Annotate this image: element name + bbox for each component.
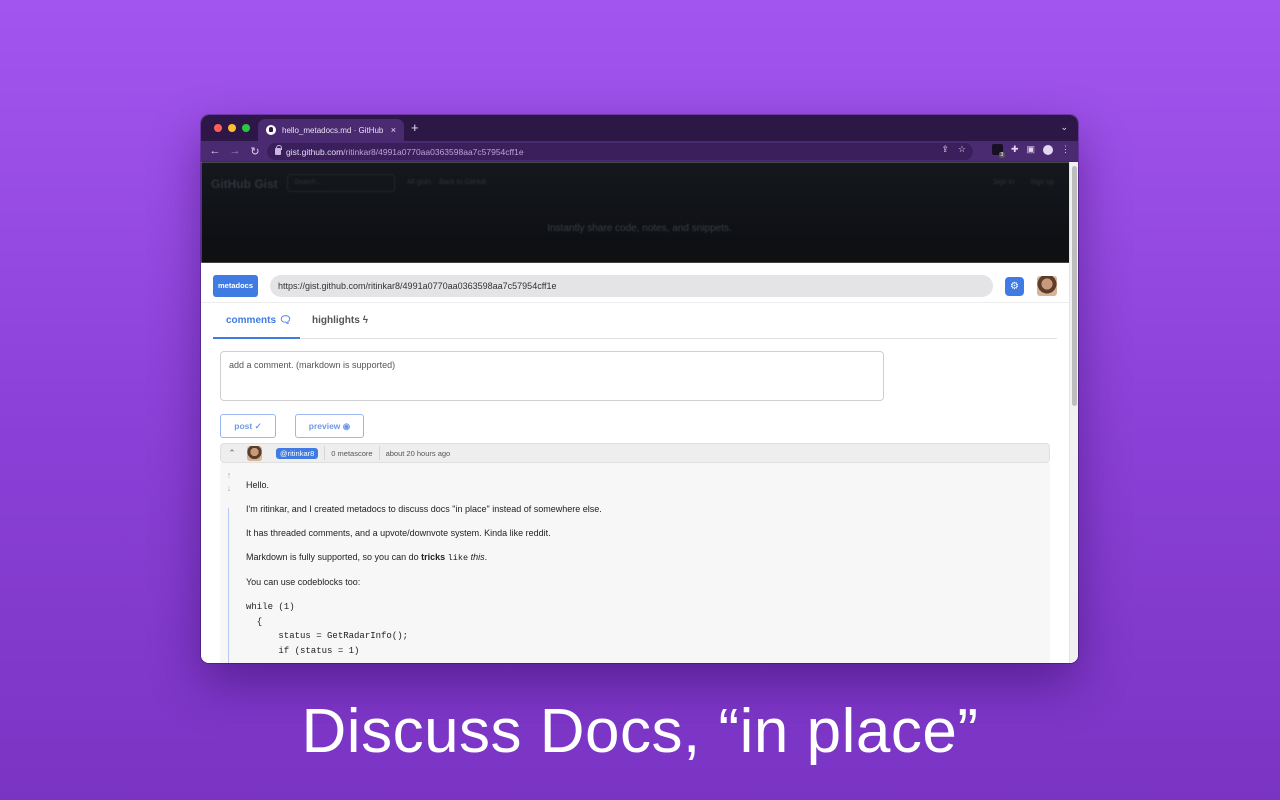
tab-comments-label: comments <box>226 315 277 326</box>
panel-topbar: metadocs https://gist.github.com/ritinka… <box>201 263 1069 303</box>
url-path: /ritinkar8/4991a0770aa0363598aa7c57954cf… <box>343 146 524 157</box>
gist-header-blurred: GitHub Gist Search... All gists Back to … <box>201 162 1078 263</box>
tab-highlights-label: highlights <box>312 315 360 326</box>
comment-avatar <box>247 445 262 461</box>
post-button[interactable]: post ✓ <box>220 414 276 438</box>
document-url-field[interactable]: https://gist.github.com/ritinkar8/4991a0… <box>270 275 993 297</box>
comment-content: Hello. I'm ritinkar, and I created metad… <box>246 481 1030 658</box>
window-controls <box>214 124 250 132</box>
md-inline-code: like <box>447 553 469 563</box>
tab-strip: hello_metadocs.md · GitHub × + ⌄ <box>201 115 1078 141</box>
downvote-arrow-icon[interactable]: ↓ <box>224 482 234 495</box>
gist-tagline: Instantly share code, notes, and snippet… <box>547 223 732 234</box>
address-bar[interactable]: gist.github.com/ritinkar8/4991a0770aa036… <box>267 143 973 160</box>
zoom-window-button[interactable] <box>242 124 250 132</box>
md-italic: this <box>470 552 485 562</box>
nav-all-gists[interactable]: All gists <box>407 179 431 186</box>
close-window-button[interactable] <box>214 124 222 132</box>
vote-controls: ↑ ↓ <box>224 469 234 495</box>
nav-back-to-github[interactable]: Back to GitHub <box>439 179 486 186</box>
page-viewport: GitHub Gist Search... All gists Back to … <box>201 162 1078 663</box>
comment-header: ⌃ @ritinkar8 0 metascore about 20 hours … <box>220 443 1050 463</box>
divider <box>378 446 380 460</box>
tab-highlights[interactable]: highlights ϟ <box>312 315 368 326</box>
profile-icon[interactable] <box>1043 144 1053 155</box>
comment-paragraph: You can use codeblocks too: <box>246 577 361 587</box>
url-host: gist.github.com <box>286 146 344 157</box>
metadocs-panel: metadocs https://gist.github.com/ritinka… <box>201 263 1069 663</box>
comment-codeblock: while (1) { status = GetRadarInfo(); if … <box>246 602 409 656</box>
scrollbar-thumb[interactable] <box>1072 166 1077 406</box>
upvote-arrow-icon[interactable]: ↑ <box>224 469 234 482</box>
comment-paragraph: It has threaded comments, and a upvote/d… <box>246 528 551 538</box>
sign-in-link[interactable]: Sign in <box>993 179 1014 186</box>
divider <box>324 446 326 460</box>
panel-tabs: comments 🗨 highlights ϟ <box>213 303 1057 339</box>
minimize-window-button[interactable] <box>228 124 236 132</box>
lightning-icon: ϟ <box>362 315 369 326</box>
tab-comments[interactable]: comments 🗨 <box>226 315 292 326</box>
tab-search-chevron-icon[interactable]: ⌄ <box>1060 122 1068 133</box>
active-tab-indicator <box>213 337 300 339</box>
github-icon <box>266 125 276 135</box>
share-icon[interactable]: ⇪ <box>941 144 949 155</box>
comments-bubble-icon: 🗨 <box>279 315 292 326</box>
tab-close-icon[interactable]: × <box>391 125 396 135</box>
eye-icon: ◉ <box>342 421 351 431</box>
md-suffix: . <box>484 552 488 562</box>
gist-search-input[interactable]: Search... <box>287 174 395 192</box>
new-tab-button[interactable]: + <box>411 121 419 134</box>
back-button[interactable]: ← <box>206 145 224 158</box>
browser-tab-active[interactable]: hello_metadocs.md · GitHub × <box>258 119 404 141</box>
metadocs-extension-icon[interactable] <box>991 144 1005 158</box>
extensions-puzzle-icon[interactable]: ✚ <box>1011 144 1019 155</box>
comment-username-badge[interactable]: @ritinkar8 <box>276 447 319 459</box>
user-avatar[interactable] <box>1037 276 1057 296</box>
comment-paragraph: Hello. <box>246 480 270 490</box>
settings-gear-icon[interactable]: ⚙ <box>1005 277 1024 296</box>
comment-metascore: 0 metascore <box>331 448 373 458</box>
comment-timestamp: about 20 hours ago <box>385 448 451 458</box>
page-scrollbar[interactable] <box>1069 162 1078 663</box>
md-prefix: Markdown is fully supported, so you can … <box>246 552 422 562</box>
menu-kebab-icon[interactable]: ⋮ <box>1061 144 1070 155</box>
md-bold: tricks <box>421 552 446 562</box>
tab-title: hello_metadocs.md · GitHub <box>282 125 384 135</box>
gist-logo[interactable]: GitHub Gist <box>211 177 278 191</box>
browser-window: hello_metadocs.md · GitHub × + ⌄ ← → ↻ g… <box>201 115 1078 663</box>
forward-button[interactable]: → <box>226 145 244 158</box>
comment-body: ↑ ↓ Hello. I'm ritinkar, and I created m… <box>220 463 1050 663</box>
preview-button[interactable]: preview ◉ <box>295 414 364 438</box>
metadocs-brand-button[interactable]: metadocs <box>213 275 258 297</box>
post-label: post <box>234 421 253 431</box>
checkmark-icon: ✓ <box>254 421 262 431</box>
browser-toolbar: ← → ↻ gist.github.com/ritinkar8/4991a077… <box>201 141 1078 162</box>
comment-input[interactable]: add a comment. (markdown is supported) <box>220 351 884 401</box>
sign-up-link[interactable]: Sign up <box>1030 179 1054 186</box>
lock-icon <box>275 145 282 155</box>
thread-line <box>228 508 229 663</box>
promo-caption: Discuss Docs, “in place” <box>301 697 979 766</box>
side-panel-icon[interactable]: ▣ <box>1026 144 1035 155</box>
collapse-chevron-icon[interactable]: ⌃ <box>221 448 243 459</box>
comment-paragraph-markdown: Markdown is fully supported, so you can … <box>246 553 1030 563</box>
bookmark-star-icon[interactable]: ☆ <box>958 144 966 155</box>
reload-button[interactable]: ↻ <box>246 145 264 158</box>
preview-label: preview <box>308 421 341 431</box>
comment-paragraph: I'm ritinkar, and I created metadocs to … <box>246 504 602 514</box>
